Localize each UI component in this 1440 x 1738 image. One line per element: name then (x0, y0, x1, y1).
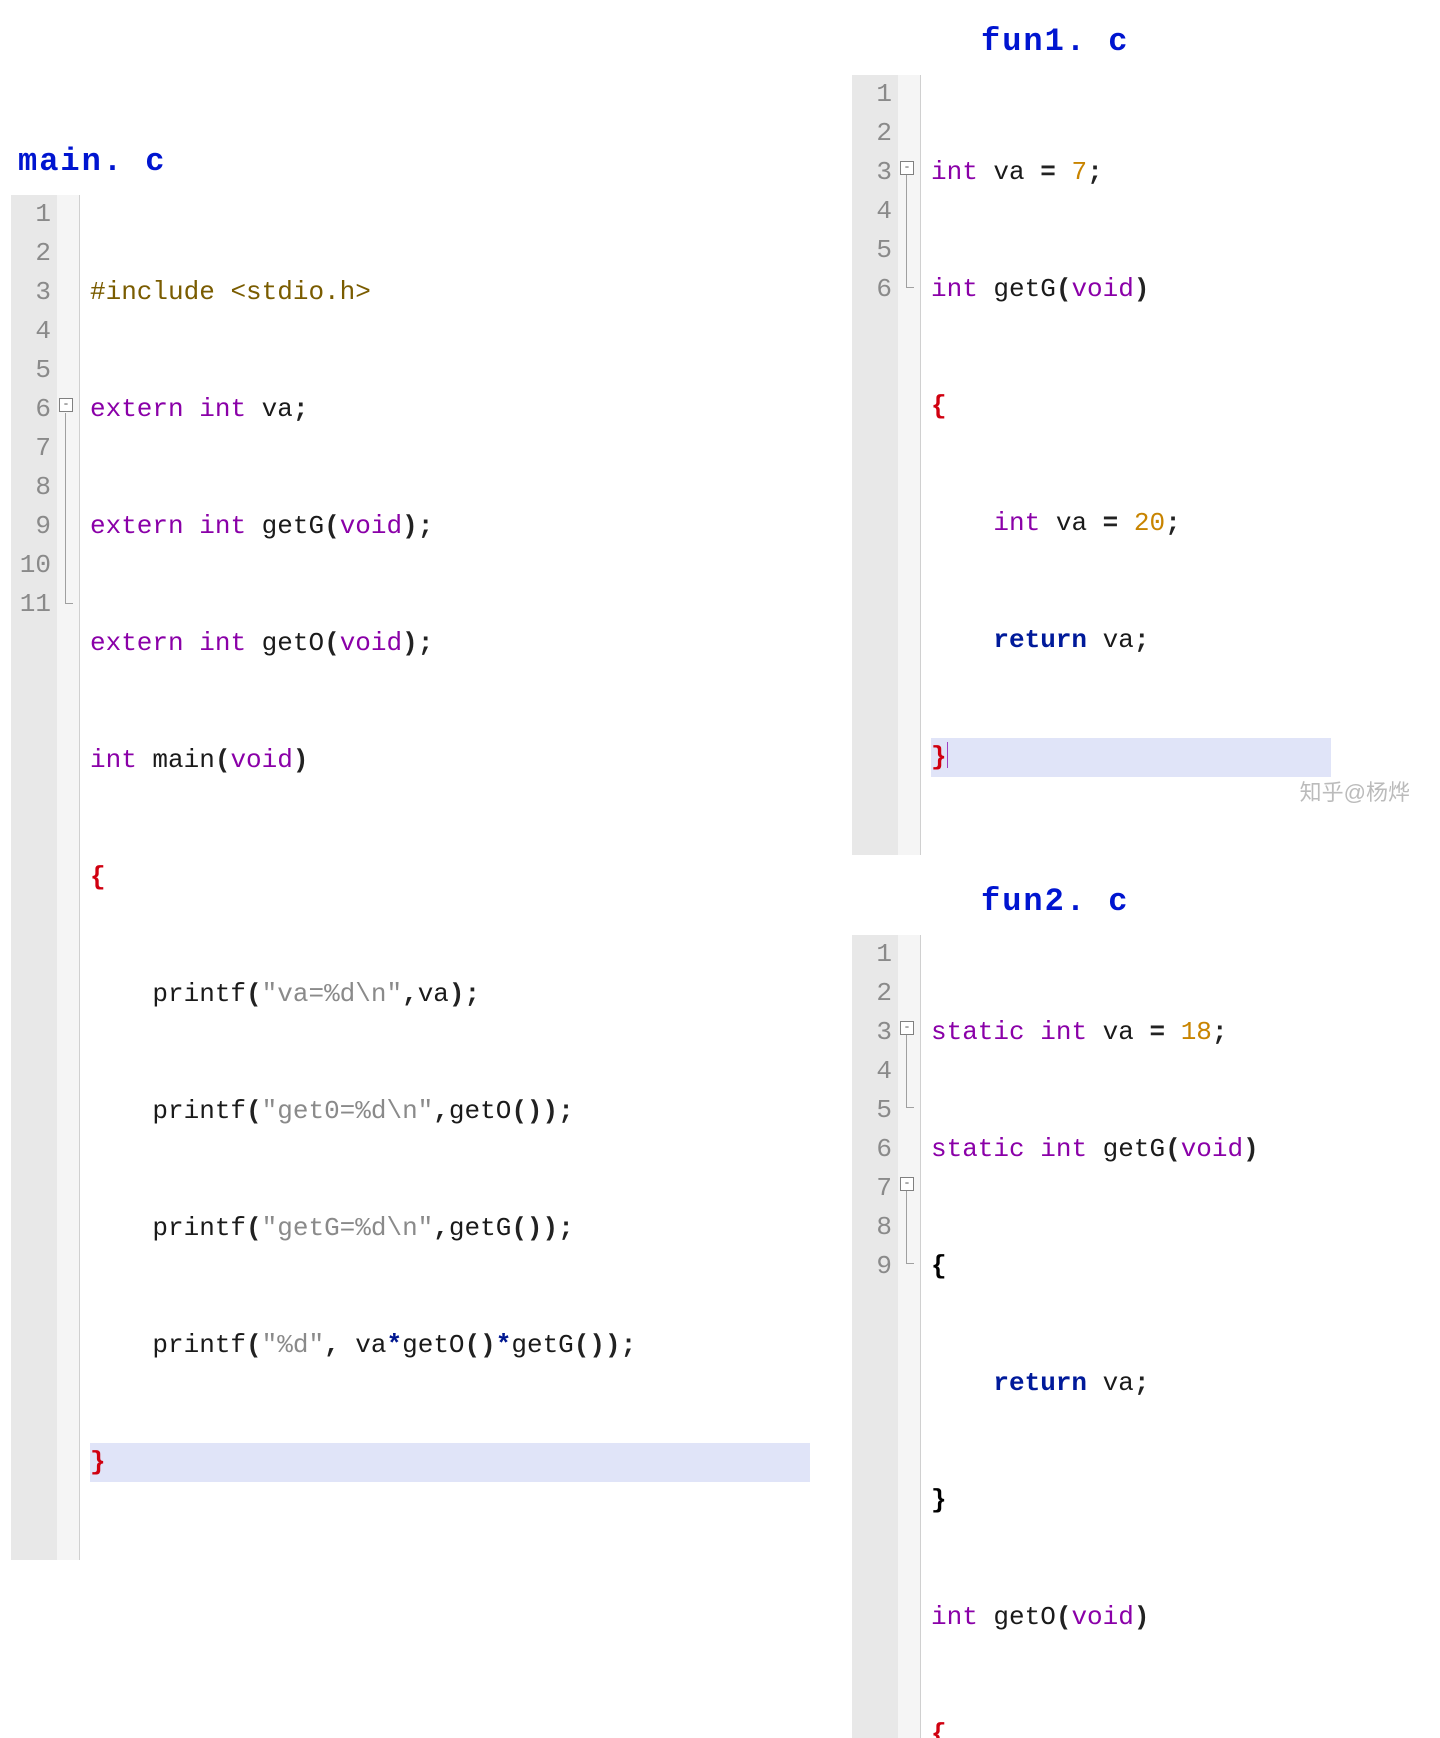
code-main: #include <stdio.h> extern int va; extern… (80, 195, 810, 1560)
code-line: static int va = 18; (931, 1013, 1351, 1052)
code-line: printf("%d", va*getO()*getG()); (90, 1326, 810, 1365)
code-line: { (931, 1247, 1351, 1286)
right-column: fun1. c 1 2 3 4 5 6 - int va = 7; in (851, 10, 1352, 1738)
code-line: printf("va=%d\n",va); (90, 975, 810, 1014)
code-line: return va; (931, 621, 1331, 660)
layout: main. c 1 2 3 4 5 6 7 8 9 10 11 - #inc (10, 10, 1430, 1738)
code-line: printf("getG=%d\n",getG()); (90, 1209, 810, 1248)
code-line: { (90, 858, 810, 897)
code-line: extern int getO(void); (90, 624, 810, 663)
fold-minus-icon[interactable]: - (900, 1021, 914, 1035)
fun1-file-block: fun1. c 1 2 3 4 5 6 - int va = 7; in (851, 10, 1352, 856)
file-title-main: main. c (18, 138, 811, 186)
file-title-fun2: fun2. c (981, 878, 1352, 926)
fold-minus-icon[interactable]: - (900, 161, 914, 175)
gutter-fun1: 1 2 3 4 5 6 (852, 75, 898, 855)
code-line: static int getG(void) (931, 1130, 1351, 1169)
code-line: int getO(void) (931, 1598, 1351, 1637)
code-line: #include <stdio.h> (90, 273, 810, 312)
code-fun2: static int va = 18; static int getG(void… (921, 935, 1351, 1738)
code-line: { (931, 1715, 1351, 1738)
code-line: return va; (931, 1364, 1351, 1403)
fold-col-fun1: - (898, 75, 921, 855)
main-file-block: main. c 1 2 3 4 5 6 7 8 9 10 11 - #inc (10, 10, 811, 1738)
code-block-fun1: 1 2 3 4 5 6 - int va = 7; int getG(void)… (851, 74, 1352, 856)
code-block-main: 1 2 3 4 5 6 7 8 9 10 11 - #include <stdi… (10, 194, 811, 1561)
fun2-file-block: fun2. c 1 2 3 4 5 6 7 8 9 - - (851, 870, 1352, 1738)
code-line: } (90, 1443, 810, 1482)
code-line: int va = 7; (931, 153, 1331, 192)
code-fun1: int va = 7; int getG(void) { int va = 20… (921, 75, 1331, 855)
code-block-fun2: 1 2 3 4 5 6 7 8 9 - - (851, 934, 1352, 1738)
fold-minus-icon[interactable]: - (59, 398, 73, 412)
code-line: printf("get0=%d\n",getO()); (90, 1092, 810, 1131)
code-line: extern int va; (90, 390, 810, 429)
code-line: } (931, 1481, 1351, 1520)
code-line: { (931, 387, 1331, 426)
code-line: int getG(void) (931, 270, 1331, 309)
code-line: extern int getG(void); (90, 507, 810, 546)
code-line: int main(void) (90, 741, 810, 780)
fold-minus-icon[interactable]: - (900, 1177, 914, 1191)
code-line: } (931, 738, 1331, 777)
caret-icon (947, 742, 948, 768)
fold-col-fun2: - - (898, 935, 921, 1738)
code-line: int va = 20; (931, 504, 1331, 543)
gutter-fun2: 1 2 3 4 5 6 7 8 9 (852, 935, 898, 1738)
fold-col-main: - (57, 195, 80, 1560)
file-title-fun1: fun1. c (981, 18, 1352, 66)
gutter-main: 1 2 3 4 5 6 7 8 9 10 11 (11, 195, 57, 1560)
